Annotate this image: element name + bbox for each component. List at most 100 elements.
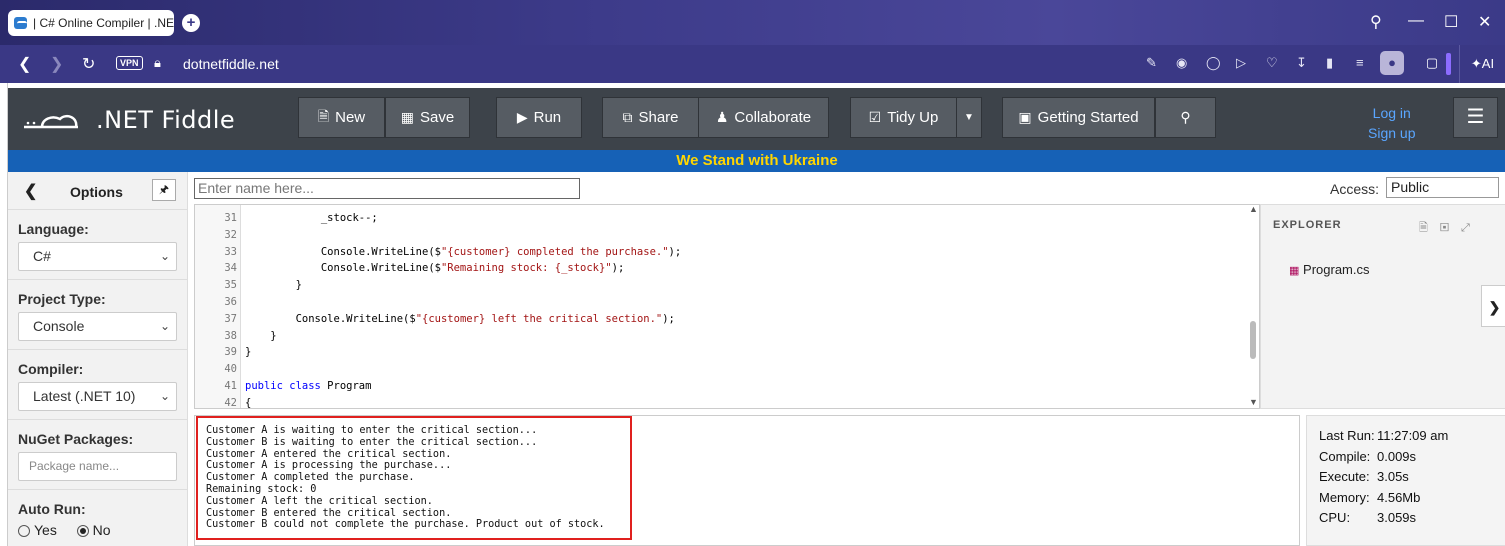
signup-link[interactable]: Sign up bbox=[1368, 123, 1415, 143]
nuget-section: NuGet Packages: Package name... bbox=[8, 420, 188, 490]
fiddle-name-input[interactable]: Enter name here... bbox=[194, 178, 580, 199]
vpn-badge[interactable]: VPN bbox=[116, 56, 143, 70]
stat-key: Last Run: bbox=[1319, 428, 1375, 443]
extensions-cube-icon[interactable]: ▢ bbox=[1420, 51, 1444, 75]
forward-icon[interactable]: ❯ bbox=[50, 54, 63, 74]
browser-tab[interactable]: | C# Online Compiler | .NE bbox=[8, 10, 174, 36]
shield-icon[interactable]: ◯ bbox=[1206, 55, 1221, 71]
code-line[interactable]: } bbox=[245, 330, 276, 342]
code-line[interactable]: { bbox=[245, 397, 251, 408]
lock-icon[interactable]: 🔒︎ bbox=[154, 55, 161, 71]
collaborate-button[interactable]: ♟ Collaborate bbox=[698, 97, 829, 138]
output-line: Customer A left the critical section. bbox=[206, 495, 433, 507]
output-line: Customer B is waiting to enter the criti… bbox=[206, 436, 538, 448]
access-select[interactable]: Public bbox=[1386, 177, 1499, 198]
play-icon: ▶ bbox=[516, 109, 528, 125]
code-token: ); bbox=[662, 312, 675, 325]
project-type-select[interactable]: Console ⌄ bbox=[18, 312, 177, 341]
code-editor[interactable]: 31 32 33 34 35 36 37 38 39 40 41 42 _stock--; Conso… bbox=[194, 204, 1260, 409]
code-line[interactable]: } bbox=[245, 279, 302, 291]
stat-value: 11:27:09 am bbox=[1377, 428, 1449, 443]
getting-started-label: Getting Started bbox=[1037, 109, 1139, 126]
line-number: 32 bbox=[224, 228, 237, 241]
collapse-icon[interactable]: ⤢ bbox=[1461, 222, 1482, 234]
auto-run-no-radio[interactable] bbox=[76, 525, 89, 537]
search-button[interactable]: ⚲ bbox=[1155, 97, 1216, 138]
project-type-value: Console bbox=[33, 318, 85, 334]
stat-row: Last Run: 11:27:09 am bbox=[1319, 426, 1505, 447]
new-tab-icon[interactable]: + bbox=[182, 14, 200, 32]
edit-icon[interactable]: ✎ bbox=[1146, 55, 1157, 71]
share-button[interactable]: ⧉ Share bbox=[602, 97, 699, 138]
auto-run-label: Auto Run: bbox=[18, 501, 86, 517]
save-button[interactable]: ▦ Save bbox=[385, 97, 470, 138]
output-line: Customer B could not complete the purcha… bbox=[206, 519, 605, 531]
auto-run-no-label: No bbox=[92, 522, 111, 538]
chevron-down-icon: ⌄ bbox=[159, 319, 170, 333]
sidebar-indicator bbox=[1446, 53, 1451, 75]
language-label: Language: bbox=[18, 221, 89, 237]
language-select[interactable]: C# ⌄ bbox=[18, 242, 177, 271]
new-button[interactable]: 🗎︎ New bbox=[298, 97, 385, 138]
editor-scrollbar[interactable]: ▲ ▼ bbox=[1246, 205, 1259, 408]
close-window-icon[interactable]: ✕ bbox=[1478, 12, 1491, 32]
file-item[interactable]: ▦ Program.cs bbox=[1289, 262, 1370, 277]
line-number: 40 bbox=[224, 363, 237, 376]
share-icon: ⧉ bbox=[622, 109, 633, 125]
scroll-thumb[interactable] bbox=[1250, 321, 1256, 359]
nuget-input[interactable]: Package name... bbox=[18, 452, 177, 481]
search-tabs-icon[interactable]: ⚲ bbox=[1370, 12, 1382, 32]
scroll-up-icon[interactable]: ▲ bbox=[1249, 205, 1258, 214]
line-number: 35 bbox=[224, 279, 237, 292]
new-folder-icon[interactable]: ▣ bbox=[1440, 222, 1461, 234]
code-line[interactable]: Console.WriteLine($"Remaining stock: {_s… bbox=[245, 262, 624, 274]
tidy-up-button[interactable]: ☑ Tidy Up bbox=[850, 97, 957, 138]
code-line[interactable]: public class Program bbox=[245, 380, 371, 392]
heart-icon[interactable]: ♡ bbox=[1266, 55, 1278, 71]
pin-icon[interactable]: 🖈︎ bbox=[152, 179, 176, 201]
code-line[interactable]: _stock--; bbox=[245, 212, 378, 224]
code-token: ); bbox=[611, 262, 625, 275]
getting-started-button[interactable]: ▣ Getting Started bbox=[1002, 97, 1155, 138]
reload-icon[interactable]: ↻ bbox=[82, 54, 95, 74]
send-icon[interactable]: ▷ bbox=[1236, 55, 1246, 71]
code-line[interactable]: Console.WriteLine($"{customer} completed… bbox=[245, 246, 681, 258]
stat-key: CPU: bbox=[1319, 510, 1351, 525]
code-line[interactable]: Console.WriteLine($"{customer} left the … bbox=[245, 313, 675, 325]
new-label: New bbox=[335, 109, 366, 126]
run-button[interactable]: ▶ Run bbox=[496, 97, 582, 138]
login-link[interactable]: Log in bbox=[1368, 103, 1415, 123]
chevron-left-icon[interactable]: ❮ bbox=[24, 181, 37, 201]
code-token: "{customer} completed the purchase." bbox=[440, 245, 669, 258]
profile-icon[interactable]: ● bbox=[1380, 51, 1404, 75]
floppy-icon: ▦ bbox=[400, 109, 415, 125]
ukraine-banner[interactable]: We Stand with Ukraine bbox=[8, 150, 1505, 172]
logo[interactable]: .NET Fiddle bbox=[22, 106, 235, 134]
compiler-select[interactable]: Latest (.NET 10) ⌄ bbox=[18, 382, 177, 411]
auto-run-yes-radio[interactable] bbox=[18, 525, 30, 537]
line-number: 39 bbox=[224, 346, 237, 359]
tidy-dropdown-button[interactable]: ▼ bbox=[956, 97, 982, 138]
fiddle-header: .NET Fiddle 🗎︎ New ▦ Save ▶ Run ⧉ Share ♟ Col… bbox=[8, 88, 1505, 150]
chevron-right-icon[interactable]: ❯ bbox=[1481, 285, 1505, 327]
options-sidebar: ❮ Options 🖈︎ Language: C# ⌄ Project Type:… bbox=[8, 172, 188, 546]
stat-row: Execute: 3.05s bbox=[1319, 467, 1505, 488]
new-file-icon[interactable]: 🗎︎ bbox=[1419, 222, 1440, 234]
run-stats-panel: Last Run: 11:27:09 am Compile: 0.009s Execut… bbox=[1306, 415, 1505, 546]
battery-icon[interactable]: ▮ bbox=[1326, 55, 1333, 71]
sidebar-header: ❮ Options 🖈︎ bbox=[8, 172, 188, 210]
ai-button[interactable]: ✦AI bbox=[1459, 45, 1505, 83]
hamburger-menu-icon[interactable]: ☰ bbox=[1453, 97, 1498, 138]
camera-icon[interactable]: ◉ bbox=[1176, 55, 1187, 71]
settings-sliders-icon[interactable]: ≡ bbox=[1356, 55, 1364, 70]
url-field[interactable]: dotnetfiddle.net bbox=[183, 56, 279, 72]
back-icon[interactable]: ❮ bbox=[18, 54, 31, 74]
scroll-down-icon[interactable]: ▼ bbox=[1249, 397, 1258, 407]
line-number: 34 bbox=[224, 262, 237, 275]
line-gutter: 31 32 33 34 35 36 37 38 39 40 41 42 bbox=[195, 205, 241, 408]
minimize-icon[interactable]: — bbox=[1408, 12, 1424, 30]
stat-key: Compile: bbox=[1319, 448, 1371, 464]
download-icon[interactable]: ↧ bbox=[1296, 55, 1307, 71]
maximize-icon[interactable]: ☐ bbox=[1444, 12, 1458, 32]
code-line[interactable]: } bbox=[245, 346, 251, 358]
